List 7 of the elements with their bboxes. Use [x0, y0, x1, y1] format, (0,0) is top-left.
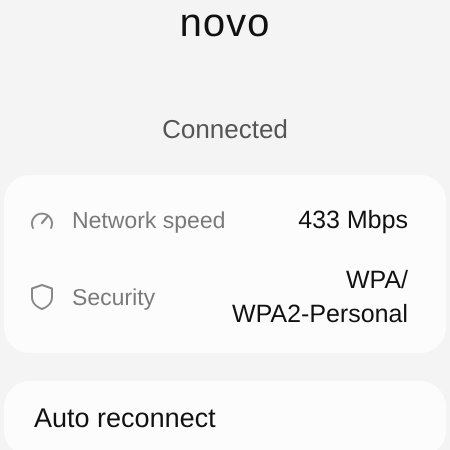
detail-value: WPA/ WPA2-Personal	[232, 265, 408, 330]
detail-label: Security	[72, 284, 156, 310]
connection-status: Connected	[162, 114, 288, 144]
detail-label: Network speed	[72, 206, 226, 234]
network-name: novo	[180, 0, 270, 46]
detail-value: 433 Mbps	[298, 205, 408, 236]
shield-icon	[28, 283, 56, 311]
